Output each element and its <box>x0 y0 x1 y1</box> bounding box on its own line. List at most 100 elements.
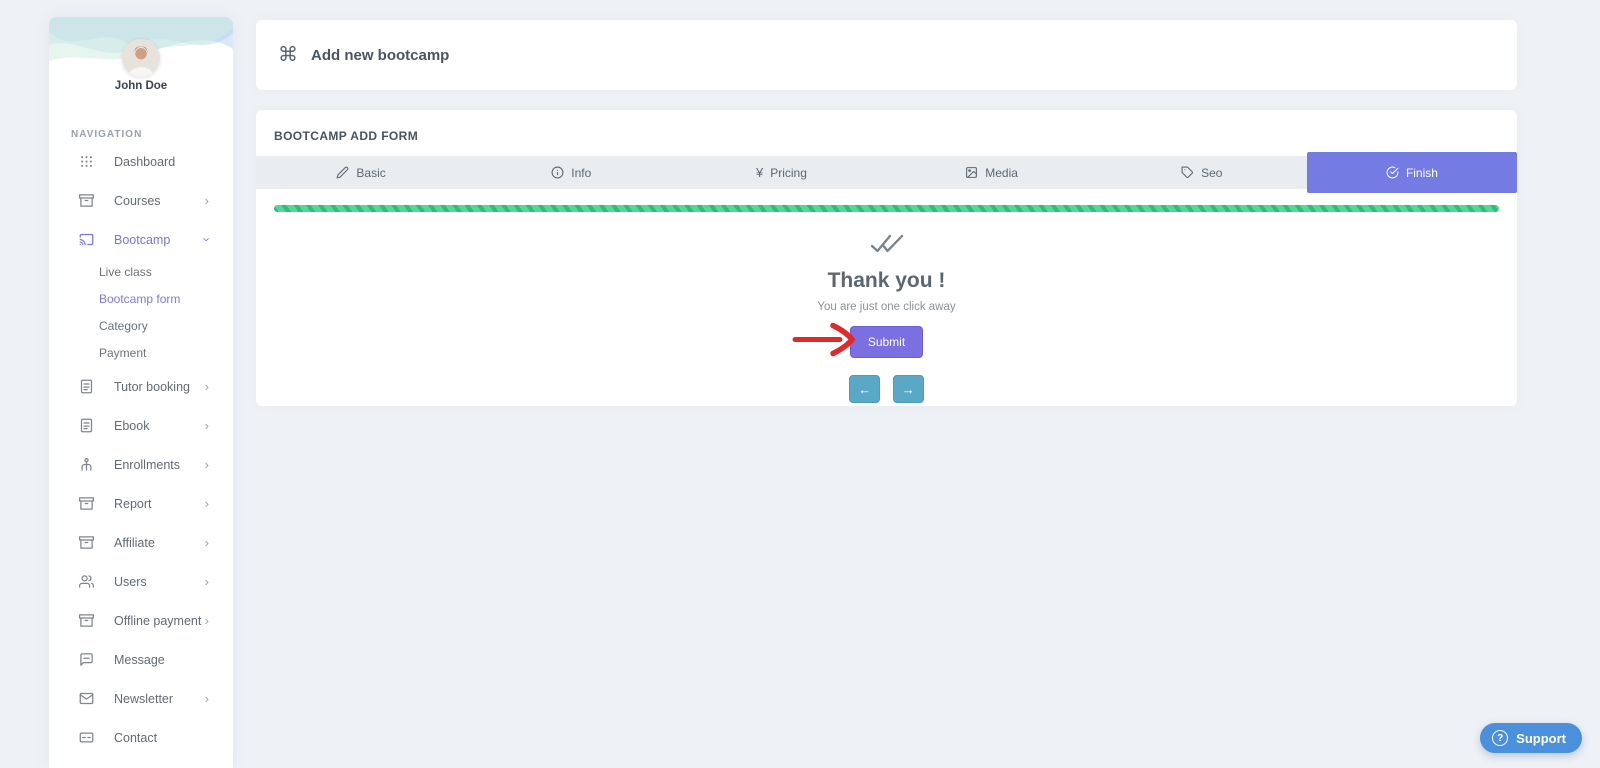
sidebar-item-users[interactable]: Users › <box>49 562 233 601</box>
sidebar-item-label: Report <box>114 497 205 511</box>
sidebar-item-label: Newsletter <box>114 692 205 706</box>
tab-label: Media <box>985 166 1018 180</box>
tab-pricing[interactable]: ¥ Pricing <box>676 156 886 189</box>
sidebar-item-affiliate[interactable]: Affiliate › <box>49 523 233 562</box>
sidebar-item-bootcamp[interactable]: Bootcamp › <box>49 220 233 259</box>
sidebar: John Doe NAVIGATION Dashboard Courses › <box>49 17 233 768</box>
sidebar-item-label: Courses <box>114 194 205 208</box>
support-button[interactable]: ? Support <box>1480 723 1582 753</box>
archive-icon <box>79 193 95 208</box>
sidebar-item-label: Users <box>114 575 205 589</box>
sidebar-subitem-category[interactable]: Category <box>49 313 233 340</box>
bootcamp-form-card: BOOTCAMP ADD FORM Basic Info ¥ Pricing M… <box>256 110 1517 406</box>
tab-label: Finish <box>1406 166 1438 180</box>
nav-section-label: NAVIGATION <box>71 129 233 140</box>
thank-you-heading: Thank you ! <box>256 269 1517 293</box>
sidebar-item-ebook[interactable]: Ebook › <box>49 406 233 445</box>
chevron-right-icon: › <box>205 380 209 393</box>
sidebar-item-contact[interactable]: Contact <box>49 718 233 757</box>
red-arrow-annotation <box>792 322 856 363</box>
tag-icon <box>1181 166 1194 179</box>
sidebar-item-courses[interactable]: Courses › <box>49 181 233 220</box>
file-text-icon <box>79 379 95 394</box>
page-header-card: ⌘ Add new bootcamp <box>256 20 1517 90</box>
avatar[interactable] <box>122 39 160 77</box>
wizard-nav: ← → <box>256 375 1517 403</box>
sidebar-header: John Doe <box>49 17 233 113</box>
support-label: Support <box>1516 731 1566 746</box>
chevron-right-icon: › <box>205 497 209 510</box>
sidebar-item-newsletter[interactable]: Newsletter › <box>49 679 233 718</box>
chevron-right-icon: › <box>205 575 209 588</box>
tab-info[interactable]: Info <box>466 156 676 189</box>
tab-label: Basic <box>356 166 385 180</box>
sitemap-icon <box>79 457 95 472</box>
previous-step-button[interactable]: ← <box>849 375 880 403</box>
sidebar-item-label: Enrollments <box>114 458 205 472</box>
message-square-icon <box>79 652 95 667</box>
cast-icon <box>79 232 95 247</box>
tab-label: Info <box>571 166 591 180</box>
sidebar-item-label: Affiliate <box>114 536 205 550</box>
sidebar-item-message[interactable]: Message <box>49 640 233 679</box>
archive-icon <box>79 613 95 628</box>
archive-icon <box>79 535 95 550</box>
info-icon <box>551 166 564 179</box>
sidebar-item-label: Message <box>114 653 209 667</box>
tab-media[interactable]: Media <box>887 156 1097 189</box>
chevron-right-icon: › <box>205 458 209 471</box>
sidebar-item-label: Ebook <box>114 419 205 433</box>
submit-button[interactable]: Submit <box>850 326 923 358</box>
tab-basic[interactable]: Basic <box>256 156 466 189</box>
chevron-right-icon: › <box>205 536 209 549</box>
page-title: Add new bootcamp <box>311 47 449 64</box>
users-icon <box>79 574 95 589</box>
sidebar-item-report[interactable]: Report › <box>49 484 233 523</box>
sidebar-subitem-payment[interactable]: Payment <box>49 340 233 367</box>
tab-label: Pricing <box>770 166 807 180</box>
finish-step-content: Thank you ! You are just one click away … <box>256 212 1517 403</box>
tab-finish[interactable]: Finish <box>1307 152 1517 193</box>
sidebar-item-dashboard[interactable]: Dashboard <box>49 142 233 181</box>
file-text-icon <box>79 418 95 433</box>
chevron-right-icon: › <box>205 419 209 432</box>
tab-label: Seo <box>1201 166 1222 180</box>
wizard-tab-bar: Basic Info ¥ Pricing Media Seo Finish <box>256 156 1517 189</box>
arrow-left-icon: ← <box>858 382 871 397</box>
sidebar-item-enrollments[interactable]: Enrollments › <box>49 445 233 484</box>
sidebar-item-label: Tutor booking <box>114 380 205 394</box>
yen-icon: ¥ <box>756 166 763 179</box>
chevron-right-icon: › <box>205 614 209 627</box>
pen-icon <box>336 166 349 179</box>
sidebar-item-label: Bootcamp <box>114 233 205 247</box>
sidebar-item-tutor-booking[interactable]: Tutor booking › <box>49 367 233 406</box>
sidebar-item-offline-payment[interactable]: Offline payment › <box>49 601 233 640</box>
user-name: John Doe <box>49 80 233 92</box>
check-circle-icon <box>1386 166 1399 179</box>
form-title: BOOTCAMP ADD FORM <box>256 110 1517 156</box>
tab-seo[interactable]: Seo <box>1097 156 1307 189</box>
arrow-right-icon: → <box>902 382 915 397</box>
chevron-right-icon: › <box>205 692 209 705</box>
bootcamp-submenu: Live class Bootcamp form Category Paymen… <box>49 259 233 367</box>
image-icon <box>965 166 978 179</box>
page: John Doe NAVIGATION Dashboard Courses › <box>0 0 1600 768</box>
archive-icon <box>79 496 95 511</box>
chevron-right-icon: › <box>205 194 209 207</box>
sidebar-item-label: Contact <box>114 731 209 745</box>
sidebar-subitem-live-class[interactable]: Live class <box>49 259 233 286</box>
next-step-button[interactable]: → <box>893 375 924 403</box>
sidebar-nav: Dashboard Courses › Bootcamp › Live clas… <box>49 142 233 757</box>
sidebar-subitem-bootcamp-form[interactable]: Bootcamp form <box>49 286 233 313</box>
sidebar-item-label: Offline payment <box>114 614 205 628</box>
contact-card-icon <box>79 730 95 745</box>
chevron-down-icon: › <box>200 237 213 241</box>
grid-dots-icon <box>79 154 95 169</box>
double-check-icon <box>869 233 905 260</box>
sidebar-item-label: Dashboard <box>114 155 209 169</box>
mail-icon <box>79 691 95 706</box>
thank-you-subheading: You are just one click away <box>256 301 1517 313</box>
help-circle-icon: ? <box>1492 730 1508 746</box>
wizard-progress-bar <box>274 205 1499 212</box>
command-icon: ⌘ <box>278 45 298 65</box>
